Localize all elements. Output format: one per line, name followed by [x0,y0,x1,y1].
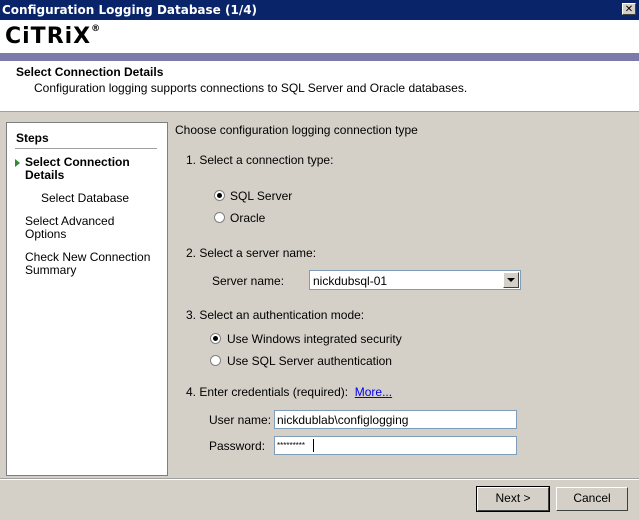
password-label: Password: [209,439,266,453]
section-auth-mode: 3. Select an authentication mode: [186,308,365,322]
current-step-arrow-icon [15,159,20,167]
page-title: Select Connection Details [16,65,164,79]
citrix-logo: CiTRiX® [5,24,102,49]
connection-form: Choose configuration logging connection … [175,120,635,476]
cancel-button[interactable]: Cancel [556,487,628,511]
oracle-radio-label[interactable]: Oracle [230,211,265,225]
password-value: ********* [277,441,306,450]
page-description: Configuration logging supports connectio… [34,81,468,95]
server-name-value: nickdubsql-01 [313,274,388,288]
password-field[interactable]: ********* [274,436,517,455]
username-field[interactable]: nickdublab\configlogging [274,410,517,429]
username-label: User name: [209,413,272,427]
step-item-check-summary: Check New Connection Summary [25,250,151,277]
sql-server-radio[interactable] [214,190,225,201]
windows-auth-radio[interactable] [210,333,221,344]
close-icon[interactable]: ✕ [622,3,636,15]
section-credentials: 4. Enter credentials (required): More... [186,385,393,399]
footer-divider [0,478,639,480]
form-heading: Choose configuration logging connection … [175,123,418,137]
steps-panel: Steps Select Connection Details Select D… [6,122,168,476]
window-title: Configuration Logging Database (1/4) [2,3,258,17]
step-item-select-database: Select Database [41,191,130,205]
steps-divider [15,148,157,149]
more-link[interactable]: More... [355,385,392,399]
step-item-select-advanced-options: Select Advanced Options [25,214,115,241]
section-connection-type: 1. Select a connection type: [186,153,334,167]
section-server-name: 2. Select a server name: [186,246,317,260]
steps-heading: Steps [16,131,49,145]
oracle-radio[interactable] [214,212,225,223]
username-value: nickdublab\configlogging [277,413,409,427]
step-item-select-connection-details: Select Connection Details [25,155,130,182]
next-button[interactable]: Next > [476,486,550,512]
sql-server-radio-label[interactable]: SQL Server [230,189,292,203]
sql-auth-radio[interactable] [210,355,221,366]
windows-auth-radio-label[interactable]: Use Windows integrated security [227,332,402,346]
window-titlebar: Configuration Logging Database (1/4) ✕ [0,0,639,20]
wizard-header: CiTRiX® Select Connection Details Config… [0,20,639,112]
chevron-down-icon[interactable] [503,272,519,288]
server-name-label: Server name: [212,274,285,288]
server-name-combobox[interactable]: nickdubsql-01 [309,270,521,290]
text-caret [313,439,314,452]
header-accent-bar [0,53,639,61]
sql-auth-radio-label[interactable]: Use SQL Server authentication [227,354,392,368]
